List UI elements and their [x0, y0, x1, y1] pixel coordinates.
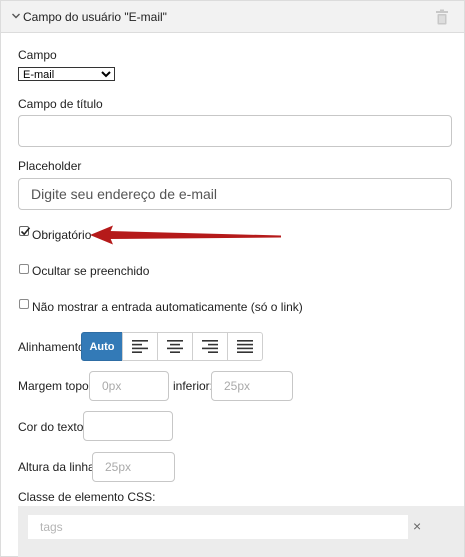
align-auto-button[interactable]: Auto [81, 332, 123, 361]
field-settings-panel: Campo do usuário "E-mail" Campo E-mail C… [0, 0, 465, 557]
align-left-icon [132, 340, 148, 353]
panel-title: Campo do usuário "E-mail" [23, 10, 167, 24]
required-label: Obrigatório [32, 228, 92, 242]
checkmark-icon [20, 227, 31, 236]
field-select[interactable]: E-mail [18, 67, 115, 81]
text-color-input[interactable] [83, 411, 173, 441]
panel-header[interactable]: Campo do usuário "E-mail" [1, 1, 464, 33]
title-field-label: Campo de título [18, 97, 103, 111]
text-color-label: Cor do texto: [18, 420, 87, 434]
alignment-button-group: Auto [81, 332, 263, 361]
css-class-tags-input[interactable] [28, 515, 408, 539]
line-height-input[interactable] [92, 452, 175, 482]
alignment-label: Alinhamento [18, 340, 85, 354]
align-right-icon [202, 340, 218, 353]
title-field-input[interactable] [18, 115, 452, 147]
margin-bottom-input[interactable] [211, 371, 293, 401]
margin-top-label: Margem topo: [18, 379, 93, 393]
css-class-label: Classe de elemento CSS: [18, 490, 156, 504]
align-center-icon [167, 340, 183, 353]
align-left-button[interactable] [122, 332, 158, 361]
no-autofill-label: Não mostrar a entrada automaticamente (s… [32, 300, 303, 314]
trash-icon[interactable] [435, 9, 449, 25]
margin-bottom-label: inferior: [173, 379, 214, 393]
no-autofill-checkbox[interactable] [19, 299, 29, 309]
align-justify-icon [237, 340, 253, 353]
annotation-arrow-icon [90, 225, 281, 245]
required-checkbox[interactable] [19, 226, 31, 236]
field-label: Campo [18, 48, 57, 62]
clear-icon[interactable]: × [413, 518, 421, 534]
hide-filled-checkbox[interactable] [19, 264, 29, 274]
margin-top-input[interactable] [89, 371, 169, 401]
placeholder-label: Placeholder [18, 159, 82, 173]
chevron-down-icon[interactable] [11, 11, 21, 21]
align-center-button[interactable] [157, 332, 193, 361]
placeholder-input[interactable] [18, 178, 452, 210]
line-height-label: Altura da linha: [18, 460, 99, 474]
align-justify-button[interactable] [227, 332, 263, 361]
hide-filled-label: Ocultar se preenchido [32, 264, 150, 278]
align-right-button[interactable] [192, 332, 228, 361]
